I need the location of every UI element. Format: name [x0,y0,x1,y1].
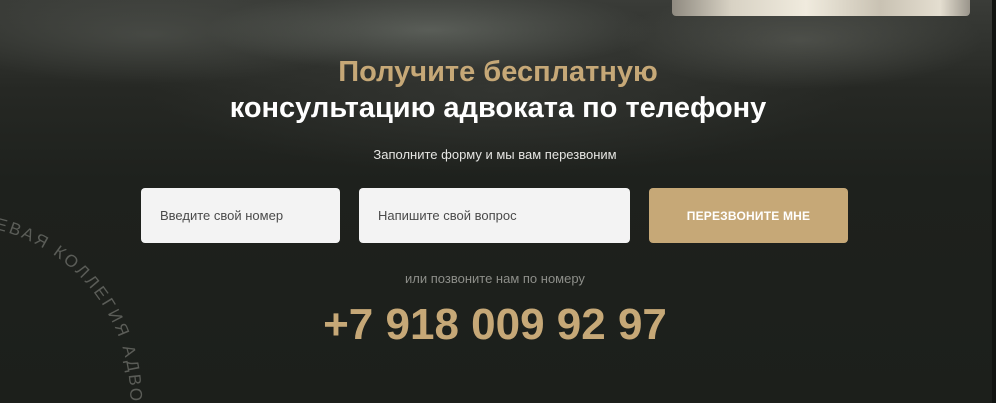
callback-button[interactable]: ПЕРЕЗВОНИТЕ МНЕ [649,188,848,243]
form-subtitle: Заполните форму и мы вам перезвоним [373,147,617,162]
statue-image [672,0,970,16]
phone-input[interactable]: Введите свой номер [141,188,340,243]
or-call-text: или позвоните нам по номеру [405,271,585,286]
title-line-2: консультацию адвоката по телефону [229,92,767,124]
callback-section: РАЕВАЯ КОЛЛЕГИЯ АДВОК Получите бесплатну… [0,0,996,403]
page-edge [992,0,996,403]
phone-number-link[interactable]: +7 918 009 92 97 [0,298,990,352]
phone-input-placeholder: Введите свой номер [160,208,284,223]
question-input-placeholder: Напишите свой вопрос [378,208,517,223]
title-line-1: Получите бесплатную [338,56,658,88]
question-input[interactable]: Напишите свой вопрос [359,188,630,243]
